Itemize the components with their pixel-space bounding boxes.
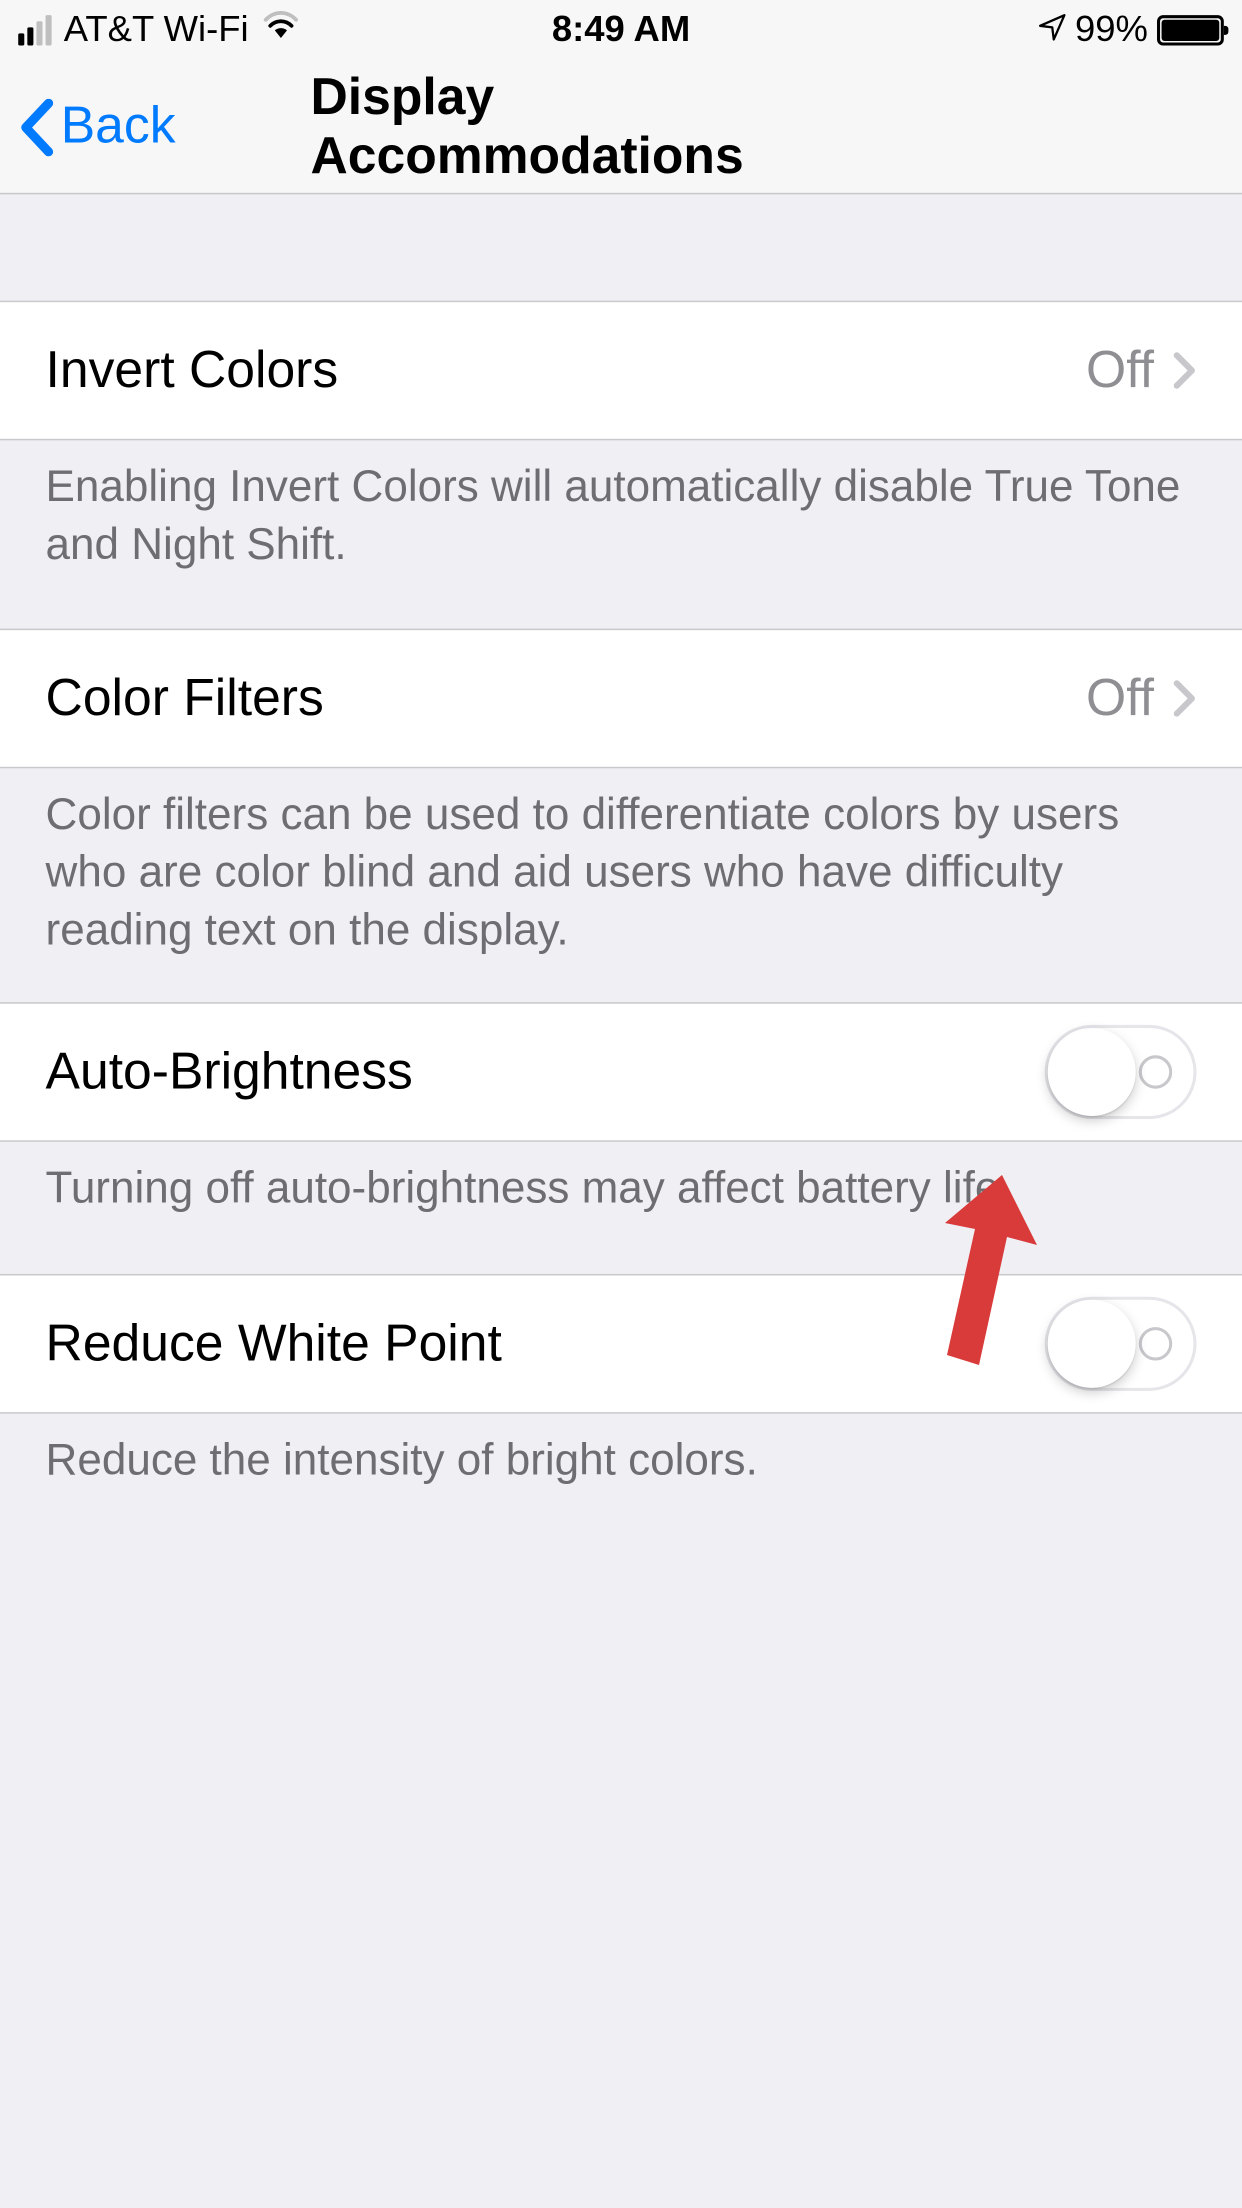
location-icon <box>1039 9 1066 52</box>
chevron-right-icon <box>1172 679 1196 718</box>
reduce-white-point-label: Reduce White Point <box>46 1314 502 1373</box>
invert-colors-row[interactable]: Invert Colors Off <box>0 301 1242 441</box>
battery-percent: 99% <box>1075 9 1148 52</box>
back-label: Back <box>61 97 176 156</box>
chevron-right-icon <box>1172 351 1196 390</box>
invert-colors-footer: Enabling Invert Colors will automaticall… <box>0 439 1242 629</box>
status-time: 8:49 AM <box>552 9 690 52</box>
page-title: Display Accommodations <box>311 68 932 186</box>
color-filters-label: Color Filters <box>46 669 324 728</box>
reduce-white-point-toggle[interactable] <box>1045 1297 1197 1391</box>
battery-icon <box>1157 15 1224 45</box>
back-button[interactable]: Back <box>18 97 175 156</box>
auto-brightness-row: Auto-Brightness <box>0 1003 1242 1143</box>
invert-colors-value: Off <box>1086 341 1154 400</box>
wifi-icon <box>261 9 300 52</box>
color-filters-footer: Color filters can be used to differentia… <box>0 767 1242 1002</box>
carrier-label: AT&T Wi-Fi <box>64 9 249 52</box>
chevron-left-icon <box>18 98 54 156</box>
reduce-white-point-footer: Reduce the intensity of bright colors. <box>0 1412 1242 1533</box>
auto-brightness-footer: Turning off auto-brightness may affect b… <box>0 1141 1242 1274</box>
invert-colors-label: Invert Colors <box>46 341 339 400</box>
color-filters-row[interactable]: Color Filters Off <box>0 629 1242 769</box>
nav-bar: Back Display Accommodations <box>0 61 1242 195</box>
auto-brightness-label: Auto-Brightness <box>46 1043 413 1102</box>
reduce-white-point-row: Reduce White Point <box>0 1274 1242 1414</box>
cell-signal-icon <box>18 15 51 45</box>
color-filters-value: Off <box>1086 669 1154 728</box>
status-bar: AT&T Wi-Fi 8:49 AM 99% <box>0 0 1242 61</box>
auto-brightness-toggle[interactable] <box>1045 1026 1197 1120</box>
